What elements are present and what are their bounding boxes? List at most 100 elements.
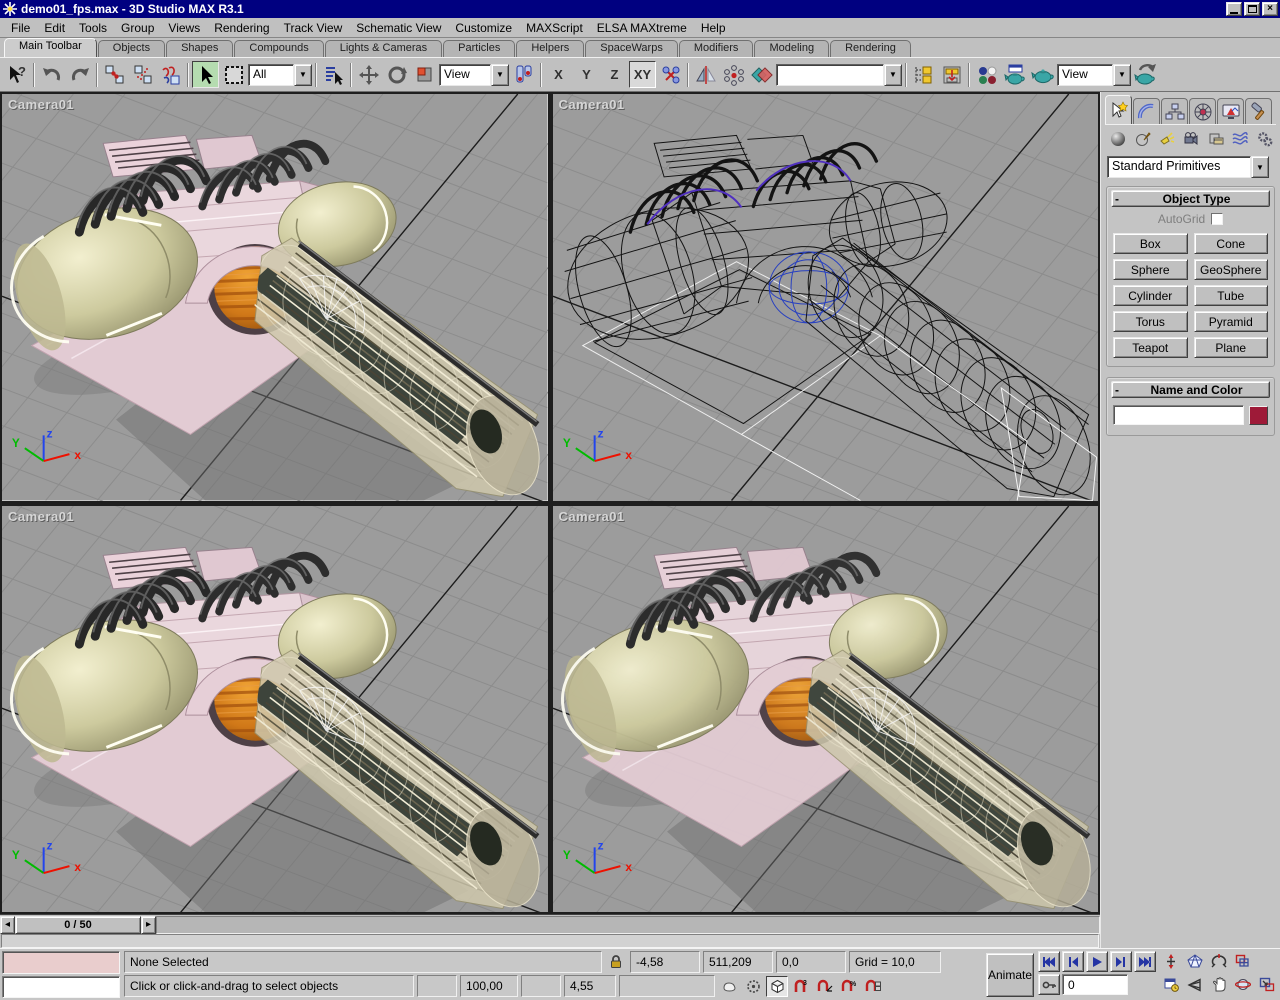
title-bar[interactable]: demo01_fps.max - 3D Studio MAX R3.1 × [0, 0, 1280, 18]
geosphere-button[interactable]: GeoSphere [1193, 259, 1268, 280]
render-last-button[interactable] [1132, 61, 1159, 88]
minimize-button[interactable] [1226, 2, 1242, 16]
coord-z-field[interactable]: 0,0 [776, 951, 846, 973]
select-and-scale-button[interactable] [411, 61, 438, 88]
select-and-rotate-button[interactable] [383, 61, 410, 88]
named-selection-dropdown[interactable]: ▼ [776, 63, 902, 86]
viewport-canvas-wireframe[interactable] [552, 94, 1099, 501]
open-schematic-view-button[interactable] [938, 61, 965, 88]
go-to-start-button[interactable] [1038, 951, 1060, 972]
aux-value-field[interactable]: 4,55 [564, 975, 616, 997]
select-and-link-button[interactable] [101, 61, 128, 88]
autogrid-checkbox[interactable] [1211, 213, 1224, 225]
track-bar[interactable] [1, 934, 1099, 948]
menu-group[interactable]: Group [114, 19, 161, 37]
viewport-label[interactable]: Camera01 [8, 509, 74, 524]
quick-render-button[interactable] [1029, 61, 1056, 88]
field-of-view-icon[interactable] [1184, 974, 1206, 995]
viewport-label[interactable]: Camera01 [559, 97, 625, 112]
menu-maxscript[interactable]: MAXScript [519, 19, 590, 37]
cameras-category-button[interactable] [1180, 127, 1202, 150]
array-button[interactable] [720, 61, 747, 88]
min-max-toggle-icon[interactable] [1256, 974, 1278, 995]
play-button[interactable] [1086, 951, 1108, 972]
chevron-down-icon[interactable]: ▼ [294, 63, 312, 86]
cone-button[interactable]: Cone [1193, 233, 1268, 254]
ik-toggle-button[interactable] [657, 61, 684, 88]
tab-helpers[interactable]: Helpers [516, 40, 585, 57]
render-type-dropdown[interactable]: View ▼ [1057, 63, 1131, 86]
redo-button[interactable] [66, 61, 93, 88]
restrict-z-button[interactable]: Z [601, 61, 628, 88]
restrict-xy-plane-button[interactable]: XY [629, 61, 656, 88]
object-color-swatch[interactable] [1249, 405, 1268, 425]
viewport-label[interactable]: Camera01 [8, 97, 74, 112]
percent-snap-magnet-icon[interactable]: % [838, 975, 860, 997]
render-scene-button[interactable] [1001, 61, 1028, 88]
select-and-move-button[interactable] [355, 61, 382, 88]
go-to-end-button[interactable] [1134, 951, 1156, 972]
viewport-bottom-left[interactable]: Camera01 [2, 505, 548, 913]
viewport-canvas-shaded[interactable] [2, 94, 548, 501]
coord-y-field[interactable]: 511,209 [703, 951, 773, 973]
zoom-extents-icon[interactable] [1184, 951, 1206, 972]
tab-compounds[interactable]: Compounds [234, 40, 324, 57]
menu-tools[interactable]: Tools [72, 19, 114, 37]
align-button[interactable] [748, 61, 775, 88]
snap-toggle-3d-icon[interactable] [766, 975, 788, 997]
modify-tab[interactable] [1133, 98, 1160, 124]
key-mode-button[interactable] [1038, 974, 1060, 995]
tab-modifiers[interactable]: Modifiers [678, 40, 754, 57]
arc-rotate-icon[interactable] [1232, 974, 1254, 995]
listener-macro-line[interactable] [2, 951, 120, 974]
restore-button[interactable] [1244, 2, 1260, 16]
tab-spacewarps[interactable]: SpaceWarps [585, 40, 678, 57]
spacewarps-category-button[interactable] [1229, 127, 1251, 150]
object-name-input[interactable] [1113, 405, 1244, 425]
open-track-view-button[interactable] [910, 61, 937, 88]
systems-category-button[interactable] [1254, 127, 1276, 150]
time-slider-track[interactable] [156, 915, 1100, 934]
tab-lights-cameras[interactable]: Lights & Cameras [324, 40, 443, 57]
viewport-canvas-shaded[interactable] [2, 505, 548, 913]
menu-file[interactable]: File [4, 19, 37, 37]
time-slider-next-arrow[interactable]: ▸ [141, 915, 156, 934]
selection-filter-dropdown[interactable]: All ▼ [248, 63, 312, 86]
zoom-icon[interactable] [1160, 951, 1182, 972]
plane-button[interactable]: Plane [1193, 337, 1268, 358]
reference-coordinate-dropdown[interactable]: View ▼ [439, 63, 509, 86]
create-tab[interactable] [1105, 95, 1132, 124]
selection-region-button[interactable] [220, 61, 247, 88]
spinner-snap-icon[interactable] [862, 975, 884, 997]
angle-snap-magnet-icon[interactable] [814, 975, 836, 997]
select-by-name-button[interactable] [320, 61, 347, 88]
zoom-all-icon[interactable] [1208, 951, 1230, 972]
restrict-y-button[interactable]: Y [573, 61, 600, 88]
next-frame-button[interactable] [1110, 951, 1132, 972]
cylinder-button[interactable]: Cylinder [1113, 285, 1188, 306]
menu-elsa-maxtreme[interactable]: ELSA MAXtreme [590, 19, 694, 37]
mirror-button[interactable] [692, 61, 719, 88]
tab-rendering[interactable]: Rendering [830, 40, 911, 57]
tab-modeling[interactable]: Modeling [754, 40, 830, 57]
motion-tab[interactable] [1189, 98, 1216, 124]
chevron-down-icon[interactable]: ▼ [884, 63, 902, 86]
menu-help[interactable]: Help [694, 19, 733, 37]
box-button[interactable]: Box [1113, 233, 1188, 254]
select-object-button[interactable] [192, 61, 219, 88]
pyramid-button[interactable]: Pyramid [1193, 311, 1268, 332]
torus-button[interactable]: Torus [1113, 311, 1188, 332]
name-color-header[interactable]: - Name and Color [1111, 381, 1270, 398]
chevron-down-icon[interactable]: ▼ [1251, 156, 1269, 178]
unlink-button[interactable] [129, 61, 156, 88]
tab-particles[interactable]: Particles [443, 40, 516, 57]
viewport-top-right[interactable]: Camera01 [552, 94, 1099, 501]
tab-shapes[interactable]: Shapes [166, 40, 234, 57]
display-tab[interactable] [1217, 98, 1244, 124]
listener-input-line[interactable] [2, 975, 120, 998]
close-button[interactable]: × [1262, 2, 1278, 16]
utilities-tab[interactable] [1245, 98, 1272, 124]
time-configuration-icon[interactable] [1160, 974, 1182, 995]
animate-button[interactable]: Animate [986, 952, 1034, 997]
menu-schematic-view[interactable]: Schematic View [349, 19, 448, 37]
